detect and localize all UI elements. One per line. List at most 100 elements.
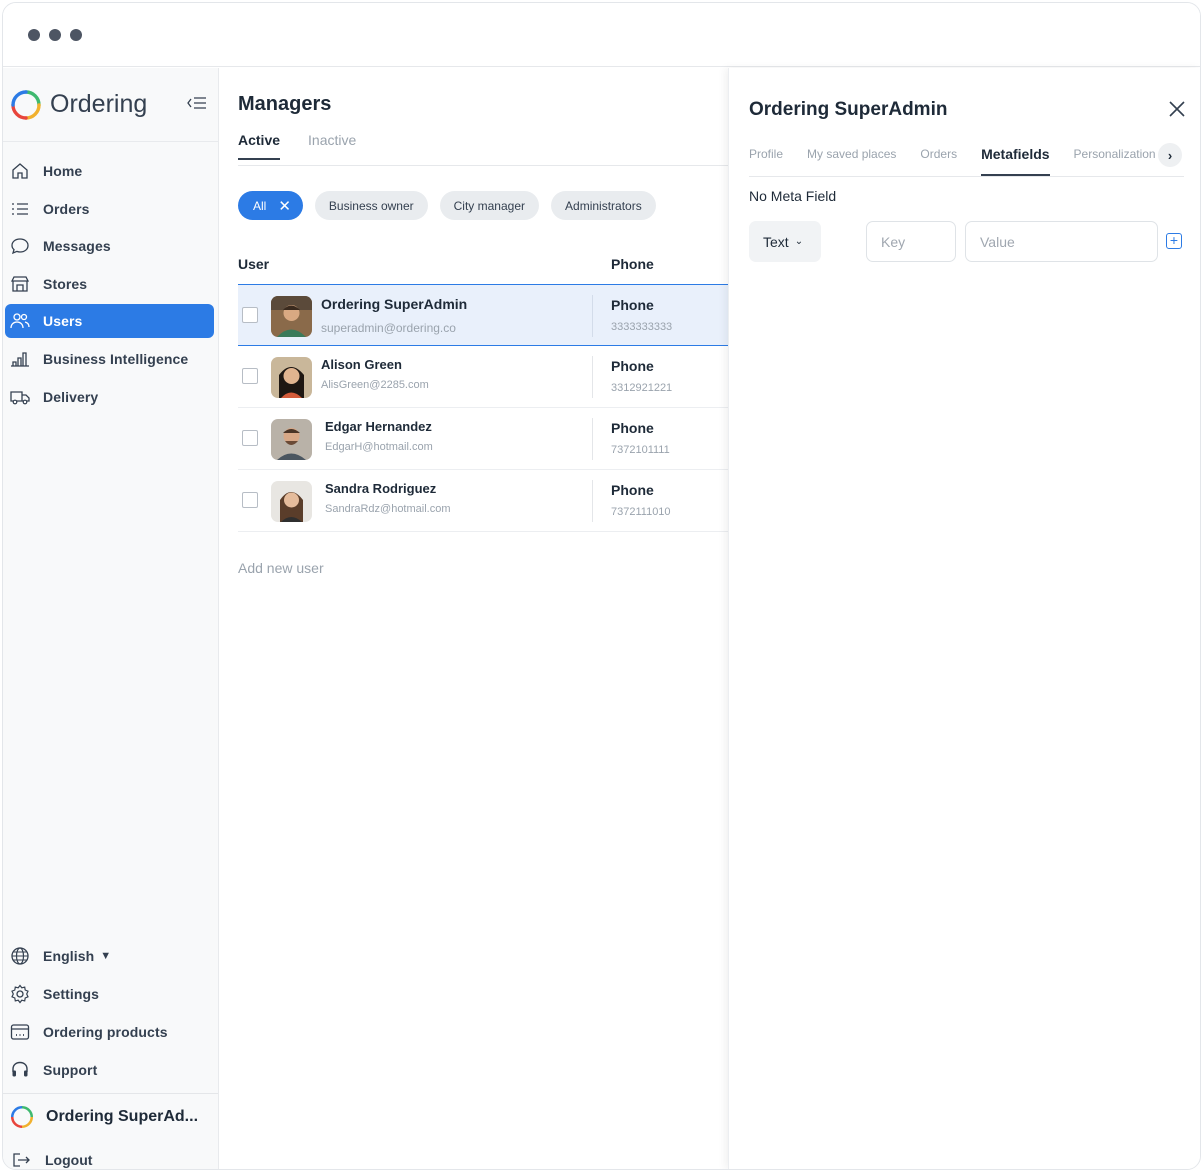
caret-down-icon: ▼ bbox=[100, 950, 112, 962]
globe-icon bbox=[11, 947, 29, 965]
sidebar-item-messages[interactable]: Messages bbox=[5, 229, 214, 263]
table-row[interactable]: Ordering SuperAdmin superadmin@ordering.… bbox=[238, 284, 730, 346]
filter-all[interactable]: All ✕ bbox=[238, 191, 303, 220]
chevron-right-icon[interactable]: › bbox=[1158, 143, 1182, 167]
ordering-logo-icon bbox=[11, 89, 41, 120]
avatar bbox=[271, 481, 312, 522]
status-tabs: Active Inactive bbox=[238, 132, 356, 160]
window-dot-close[interactable] bbox=[28, 28, 40, 41]
sidebar-item-label: Orders bbox=[43, 200, 90, 217]
filter-business-owner[interactable]: Business owner bbox=[314, 191, 428, 220]
user-email: EdgarH@hotmail.com bbox=[325, 441, 433, 453]
user-details-panel: Ordering SuperAdmin Profile My saved plac… bbox=[728, 68, 1200, 1169]
list-icon bbox=[12, 202, 28, 215]
user-name: Alison Green bbox=[321, 357, 402, 372]
window-dot-minimize[interactable] bbox=[49, 28, 61, 41]
table-row[interactable]: Alison Green AlisGreen@2285.com Phone 33… bbox=[238, 346, 730, 408]
sidebar-item-ordering-products[interactable]: Ordering products bbox=[5, 1015, 214, 1049]
user-email: superadmin@ordering.co bbox=[321, 321, 456, 335]
row-checkbox[interactable] bbox=[242, 307, 258, 323]
phone-value: 3333333333 bbox=[611, 321, 673, 333]
tab-active[interactable]: Active bbox=[238, 132, 281, 160]
metafield-value-input[interactable] bbox=[965, 221, 1158, 262]
phone-label: Phone bbox=[611, 420, 654, 436]
gear-icon bbox=[11, 984, 29, 1004]
column-header-user: User bbox=[238, 256, 270, 272]
window-dot-maximize[interactable] bbox=[70, 28, 82, 41]
sidebar-item-label: Home bbox=[43, 163, 83, 179]
page-title: Managers bbox=[238, 93, 332, 115]
phone-value: 3312921221 bbox=[611, 382, 673, 394]
tab-my-saved-places[interactable]: My saved places bbox=[807, 145, 896, 176]
current-user[interactable]: Ordering SuperAd... bbox=[3, 1094, 218, 1140]
filter-administrators[interactable]: Administrators bbox=[551, 191, 656, 220]
sidebar-item-label: Users bbox=[43, 313, 83, 330]
sidebar-item-label: Support bbox=[43, 1062, 98, 1078]
chevron-down-icon: ⌄ bbox=[794, 236, 804, 247]
phone-label: Phone bbox=[611, 297, 654, 313]
sidebar-item-users[interactable]: Users bbox=[5, 304, 214, 339]
row-checkbox[interactable] bbox=[242, 492, 258, 508]
language-selector[interactable]: English ▼ bbox=[5, 939, 214, 973]
sidebar-item-label: Ordering products bbox=[43, 1024, 168, 1040]
ordering-logo-icon bbox=[10, 1105, 34, 1129]
sidebar-item-stores[interactable]: Stores bbox=[5, 267, 214, 301]
sidebar-item-label: Business Intelligence bbox=[43, 350, 189, 367]
table-row[interactable]: Sandra Rodriguez SandraRdz@hotmail.com P… bbox=[238, 470, 730, 532]
sidebar-item-settings[interactable]: Settings bbox=[5, 977, 214, 1011]
empty-metafields-text: No Meta Field bbox=[749, 188, 837, 204]
sidebar-item-label: Delivery bbox=[43, 388, 99, 405]
sidebar-item-business-intelligence[interactable]: Business Intelligence bbox=[5, 342, 214, 376]
phone-label: Phone bbox=[611, 358, 654, 374]
cell-divider bbox=[592, 418, 593, 460]
title-bar bbox=[3, 3, 1200, 67]
tab-metafields[interactable]: Metafields bbox=[981, 145, 1050, 176]
logout-label: Logout bbox=[45, 1152, 93, 1168]
chat-icon bbox=[11, 238, 29, 255]
tab-profile[interactable]: Profile bbox=[749, 145, 783, 176]
close-icon[interactable] bbox=[1166, 98, 1188, 120]
avatar bbox=[271, 296, 312, 337]
logo: Ordering bbox=[3, 68, 218, 142]
table-row[interactable]: Edgar Hernandez EdgarH@hotmail.com Phone… bbox=[238, 408, 730, 470]
tab-personalization[interactable]: Personalization bbox=[1074, 145, 1156, 176]
sidebar-item-label: Messages bbox=[43, 238, 111, 255]
sidebar-item-support[interactable]: Support bbox=[5, 1053, 214, 1087]
language-label: English bbox=[43, 948, 95, 964]
avatar bbox=[271, 357, 312, 398]
sidebar-item-delivery[interactable]: Delivery bbox=[5, 380, 214, 414]
tab-inactive[interactable]: Inactive bbox=[308, 132, 356, 160]
role-filters: All ✕ Business owner City manager Admini… bbox=[238, 191, 656, 220]
cell-divider bbox=[592, 356, 593, 398]
sidebar-item-home[interactable]: Home bbox=[5, 154, 214, 188]
user-email: AlisGreen@2285.com bbox=[321, 379, 429, 391]
tab-orders[interactable]: Orders bbox=[920, 145, 957, 176]
sidebar-bottom: English ▼ Settings Ordering products Sup… bbox=[3, 939, 218, 1169]
cell-divider bbox=[592, 480, 593, 522]
panel-title: Ordering SuperAdmin bbox=[749, 99, 948, 120]
add-metafield-button[interactable]: + bbox=[1166, 233, 1182, 249]
home-icon bbox=[12, 163, 28, 179]
metafield-key-input[interactable] bbox=[866, 221, 956, 262]
sidebar-nav: Home Orders Messages Stores Users Busine… bbox=[3, 142, 218, 414]
sidebar-item-label: Stores bbox=[43, 275, 88, 292]
users-table: Ordering SuperAdmin superadmin@ordering.… bbox=[238, 284, 730, 532]
phone-value: 7372111010 bbox=[611, 506, 671, 518]
close-icon[interactable]: ✕ bbox=[278, 197, 291, 215]
current-user-name: Ordering SuperAd... bbox=[46, 1108, 199, 1125]
logout-button[interactable]: Logout bbox=[3, 1140, 218, 1169]
products-icon bbox=[10, 1024, 30, 1040]
user-email: SandraRdz@hotmail.com bbox=[325, 503, 451, 515]
phone-value: 7372101111 bbox=[611, 444, 670, 456]
type-select-value: Text bbox=[763, 233, 789, 250]
logout-icon bbox=[13, 1153, 30, 1167]
avatar bbox=[271, 419, 312, 460]
metafield-type-select[interactable]: Text ⌄ bbox=[749, 221, 821, 262]
add-new-user-link[interactable]: Add new user bbox=[238, 560, 324, 576]
collapse-sidebar-icon[interactable] bbox=[184, 92, 210, 114]
filter-city-manager[interactable]: City manager bbox=[439, 191, 540, 220]
row-checkbox[interactable] bbox=[242, 368, 258, 384]
row-checkbox[interactable] bbox=[242, 430, 258, 446]
cell-divider bbox=[592, 295, 593, 337]
sidebar-item-orders[interactable]: Orders bbox=[5, 192, 214, 226]
